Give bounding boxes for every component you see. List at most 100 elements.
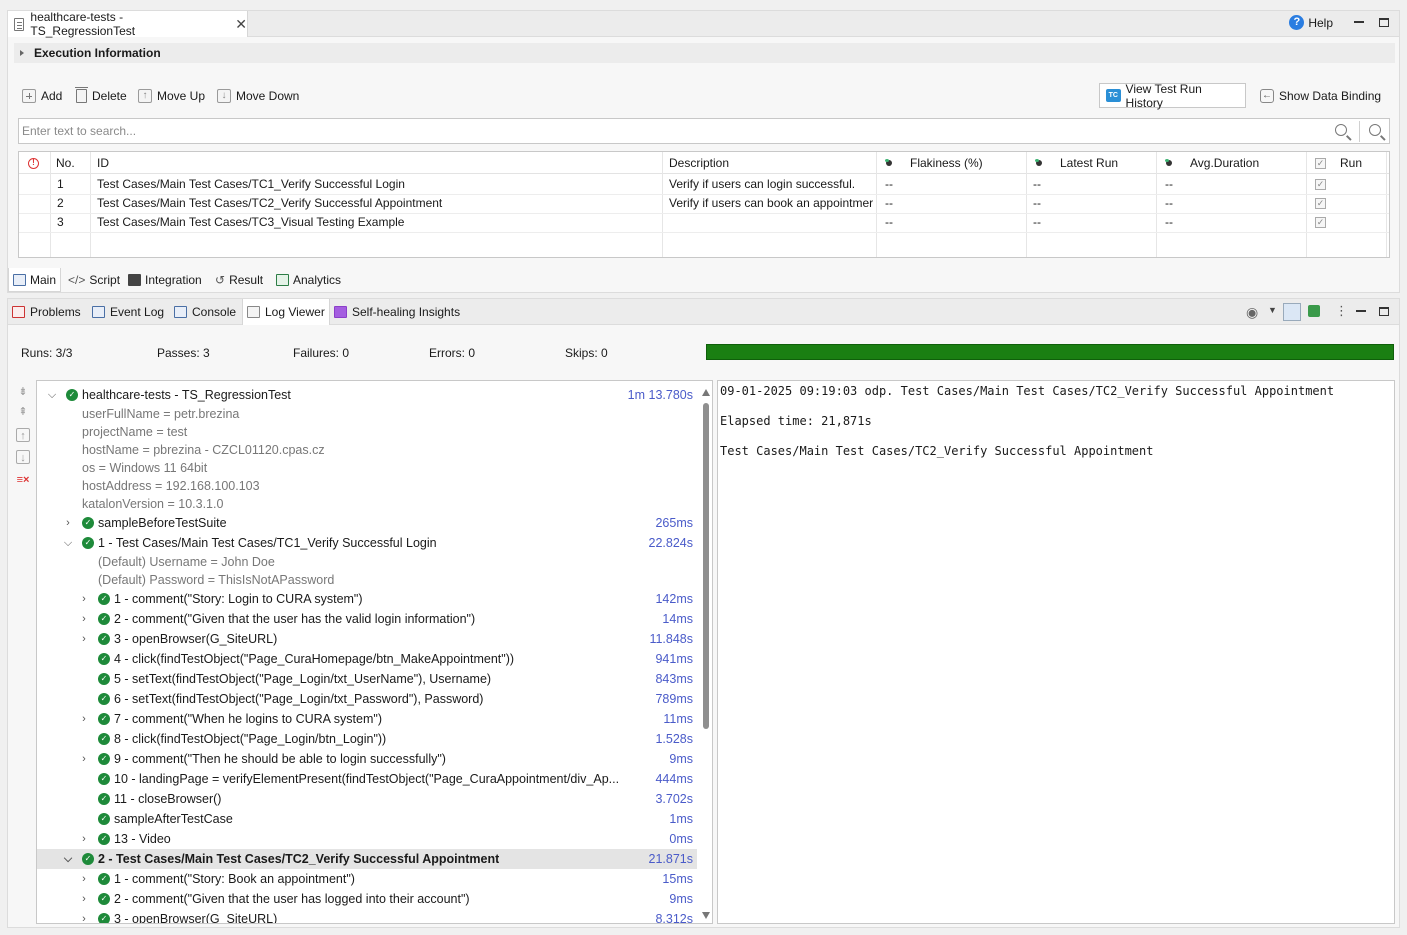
tree-view-icon[interactable] [1283,303,1301,321]
tree-row-step[interactable]: ✓ 6 - setText(findTestObject("Page_Login… [37,689,697,709]
maximize-icon[interactable] [1379,18,1389,27]
tree-row-suite[interactable]: ⌵ ✓ healthcare-tests - TS_RegressionTest… [37,385,697,405]
help-button[interactable]: ? Help [1289,15,1333,30]
chevron-right-icon[interactable]: › [79,889,89,909]
chevron-right-icon[interactable]: › [79,749,89,769]
tab-result-label: Result [229,273,264,287]
chevron-right-icon[interactable]: › [79,869,89,889]
chevron-right-icon[interactable]: › [63,513,73,533]
testcloud-icon: TC [1106,89,1121,102]
tree-row-step[interactable]: ✓ 4 - click(findTestObject("Page_CuraHom… [37,649,697,669]
advanced-search-icon[interactable] [1369,124,1381,136]
delete-button[interactable]: Delete [75,85,127,107]
more-options-icon[interactable]: ⋮ [1335,303,1348,319]
run-all-checkbox[interactable]: ✓ [1315,158,1326,169]
chevron-right-icon[interactable]: › [79,589,89,609]
tab-integration[interactable]: Integration [124,268,206,292]
tree-row-duration: 1m 13.780s [627,388,693,402]
close-icon[interactable]: ✕ [235,16,247,33]
minimize-icon[interactable] [1354,21,1364,23]
passes-count: Passes: 3 [157,346,210,360]
arrow-down-icon: ↓ [217,89,231,103]
tree-row-step[interactable]: › ✓ 9 - comment("Then he should be able … [37,749,697,769]
col-avg-duration[interactable]: Avg.Duration [1190,152,1259,174]
tab-result[interactable]: ↺ Result [211,268,267,292]
chevron-down-icon[interactable]: ⌵ [63,849,73,869]
tree-row-step[interactable]: ✓ 5 - setText(findTestObject("Page_Login… [37,669,697,689]
scroll-up-icon[interactable] [702,389,710,396]
minimize-icon[interactable] [1356,310,1366,312]
tree-row-step[interactable]: ✓ 10 - landingPage = verifyElementPresen… [37,769,697,789]
chevron-right-icon[interactable]: › [79,709,89,729]
tree-row-step[interactable]: › ✓ 1 - comment("Story: Book an appointm… [37,869,697,889]
chevron-down-icon[interactable]: ⌵ [63,533,73,553]
table-row[interactable]: 1 Test Cases/Main Test Cases/TC1_Verify … [19,175,1389,194]
tree-row-step[interactable]: ✓ 11 - closeBrowser() 3.702s [37,789,697,809]
col-no[interactable]: No. [56,152,75,174]
col-latest-run[interactable]: Latest Run [1060,152,1118,174]
chevron-right-icon[interactable]: › [79,829,89,849]
col-description[interactable]: Description [669,152,729,174]
scroll-down-icon[interactable] [702,912,710,919]
tab-script[interactable]: </> Script [64,268,124,292]
execution-information-section[interactable]: Execution Information [14,43,1395,63]
tree-row-step[interactable]: › ✓ 3 - openBrowser(G_SiteURL) 8.312s [37,909,697,923]
tab-main[interactable]: Main [8,268,62,292]
tab-log-viewer[interactable]: Log Viewer [242,299,330,325]
tree-row-step[interactable]: ✓ 8 - click(findTestObject("Page_Login/b… [37,729,697,749]
search-icon[interactable] [1335,124,1347,136]
tree-row-step[interactable]: › ✓ 2 - comment("Given that the user has… [37,609,697,629]
eye-icon[interactable]: ◉ [1246,304,1258,321]
tab-self-healing[interactable]: Self-healing Insights [330,299,464,325]
expand-all-icon[interactable]: ⇞ [16,405,30,419]
row-run-checkbox[interactable]: ✓ [1315,179,1326,190]
scrollbar-thumb[interactable] [703,403,709,729]
col-run[interactable]: Run [1340,152,1362,174]
tab-analytics[interactable]: Analytics [272,268,345,292]
tree-row-step[interactable]: › ✓ 2 - comment("Given that the user has… [37,889,697,909]
tab-self-healing-label: Self-healing Insights [352,305,461,319]
col-id[interactable]: ID [97,152,109,174]
previous-failure-icon[interactable]: ↑ [16,428,30,442]
editor-tab-title: healthcare-tests - TS_RegressionTest [30,10,136,38]
log-detail-pane[interactable]: 09-01-2025 09:19:03 odp. Test Cases/Main… [717,380,1395,924]
chevron-down-icon[interactable]: ▼ [1268,305,1277,315]
tree-row-before-suite[interactable]: › ✓ sampleBeforeTestSuite 265ms [37,513,697,533]
tree-row-step[interactable]: ✓ sampleAfterTestCase 1ms [37,809,697,829]
editor-tab[interactable]: healthcare-tests - TS_RegressionTest ✕ [8,10,248,38]
clear-filter-icon[interactable]: ≡× [16,473,30,487]
tree-row-step[interactable]: › ✓ 13 - Video 0ms [37,829,697,849]
tree-row-label: 2 - Test Cases/Main Test Cases/TC2_Verif… [98,852,500,866]
col-flakiness[interactable]: Flakiness (%) [910,152,983,174]
tree-row-step[interactable]: › ✓ 1 - comment("Story: Login to CURA sy… [37,589,697,609]
tab-console[interactable]: Console [170,299,240,325]
view-test-run-history-button[interactable]: TC View Test Run History [1099,82,1246,110]
add-button[interactable]: Add [22,85,62,107]
tree-row-test-case[interactable]: ⌵ ✓ 1 - Test Cases/Main Test Cases/TC1_V… [37,533,697,553]
table-row[interactable]: 3 Test Cases/Main Test Cases/TC3_Visual … [19,213,1389,232]
lock-icon[interactable] [1308,305,1320,317]
chevron-down-icon[interactable]: ⌵ [47,385,57,405]
next-failure-icon[interactable]: ↓ [16,450,30,464]
tab-event-log[interactable]: Event Log [88,299,168,325]
chevron-right-icon[interactable]: › [79,629,89,649]
maximize-icon[interactable] [1379,307,1389,316]
move-up-button[interactable]: ↑ Move Up [138,85,205,107]
execution-information-label: Execution Information [34,46,161,60]
tab-problems-label: Problems [30,305,81,319]
move-down-label: Move Down [236,89,300,103]
table-row[interactable]: 2 Test Cases/Main Test Cases/TC2_Verify … [19,194,1389,213]
row-run-checkbox[interactable]: ✓ [1315,198,1326,209]
tree-scrollbar[interactable] [702,385,710,921]
collapse-all-icon[interactable]: ⇟ [16,385,30,399]
show-data-binding-button[interactable]: ← Show Data Binding [1260,85,1381,107]
search-input[interactable] [19,119,1319,143]
tree-row-step[interactable]: › ✓ 7 - comment("When he logins to CURA … [37,709,697,729]
row-run-checkbox[interactable]: ✓ [1315,217,1326,228]
tab-problems[interactable]: Problems [8,299,85,325]
chevron-right-icon[interactable]: › [79,609,89,629]
tree-row-step[interactable]: › ✓ 3 - openBrowser(G_SiteURL) 11.848s [37,629,697,649]
move-down-button[interactable]: ↓ Move Down [217,85,299,107]
tree-row-test-case[interactable]: ⌵ ✓ 2 - Test Cases/Main Test Cases/TC2_V… [37,849,697,869]
chevron-right-icon[interactable]: › [79,909,89,923]
